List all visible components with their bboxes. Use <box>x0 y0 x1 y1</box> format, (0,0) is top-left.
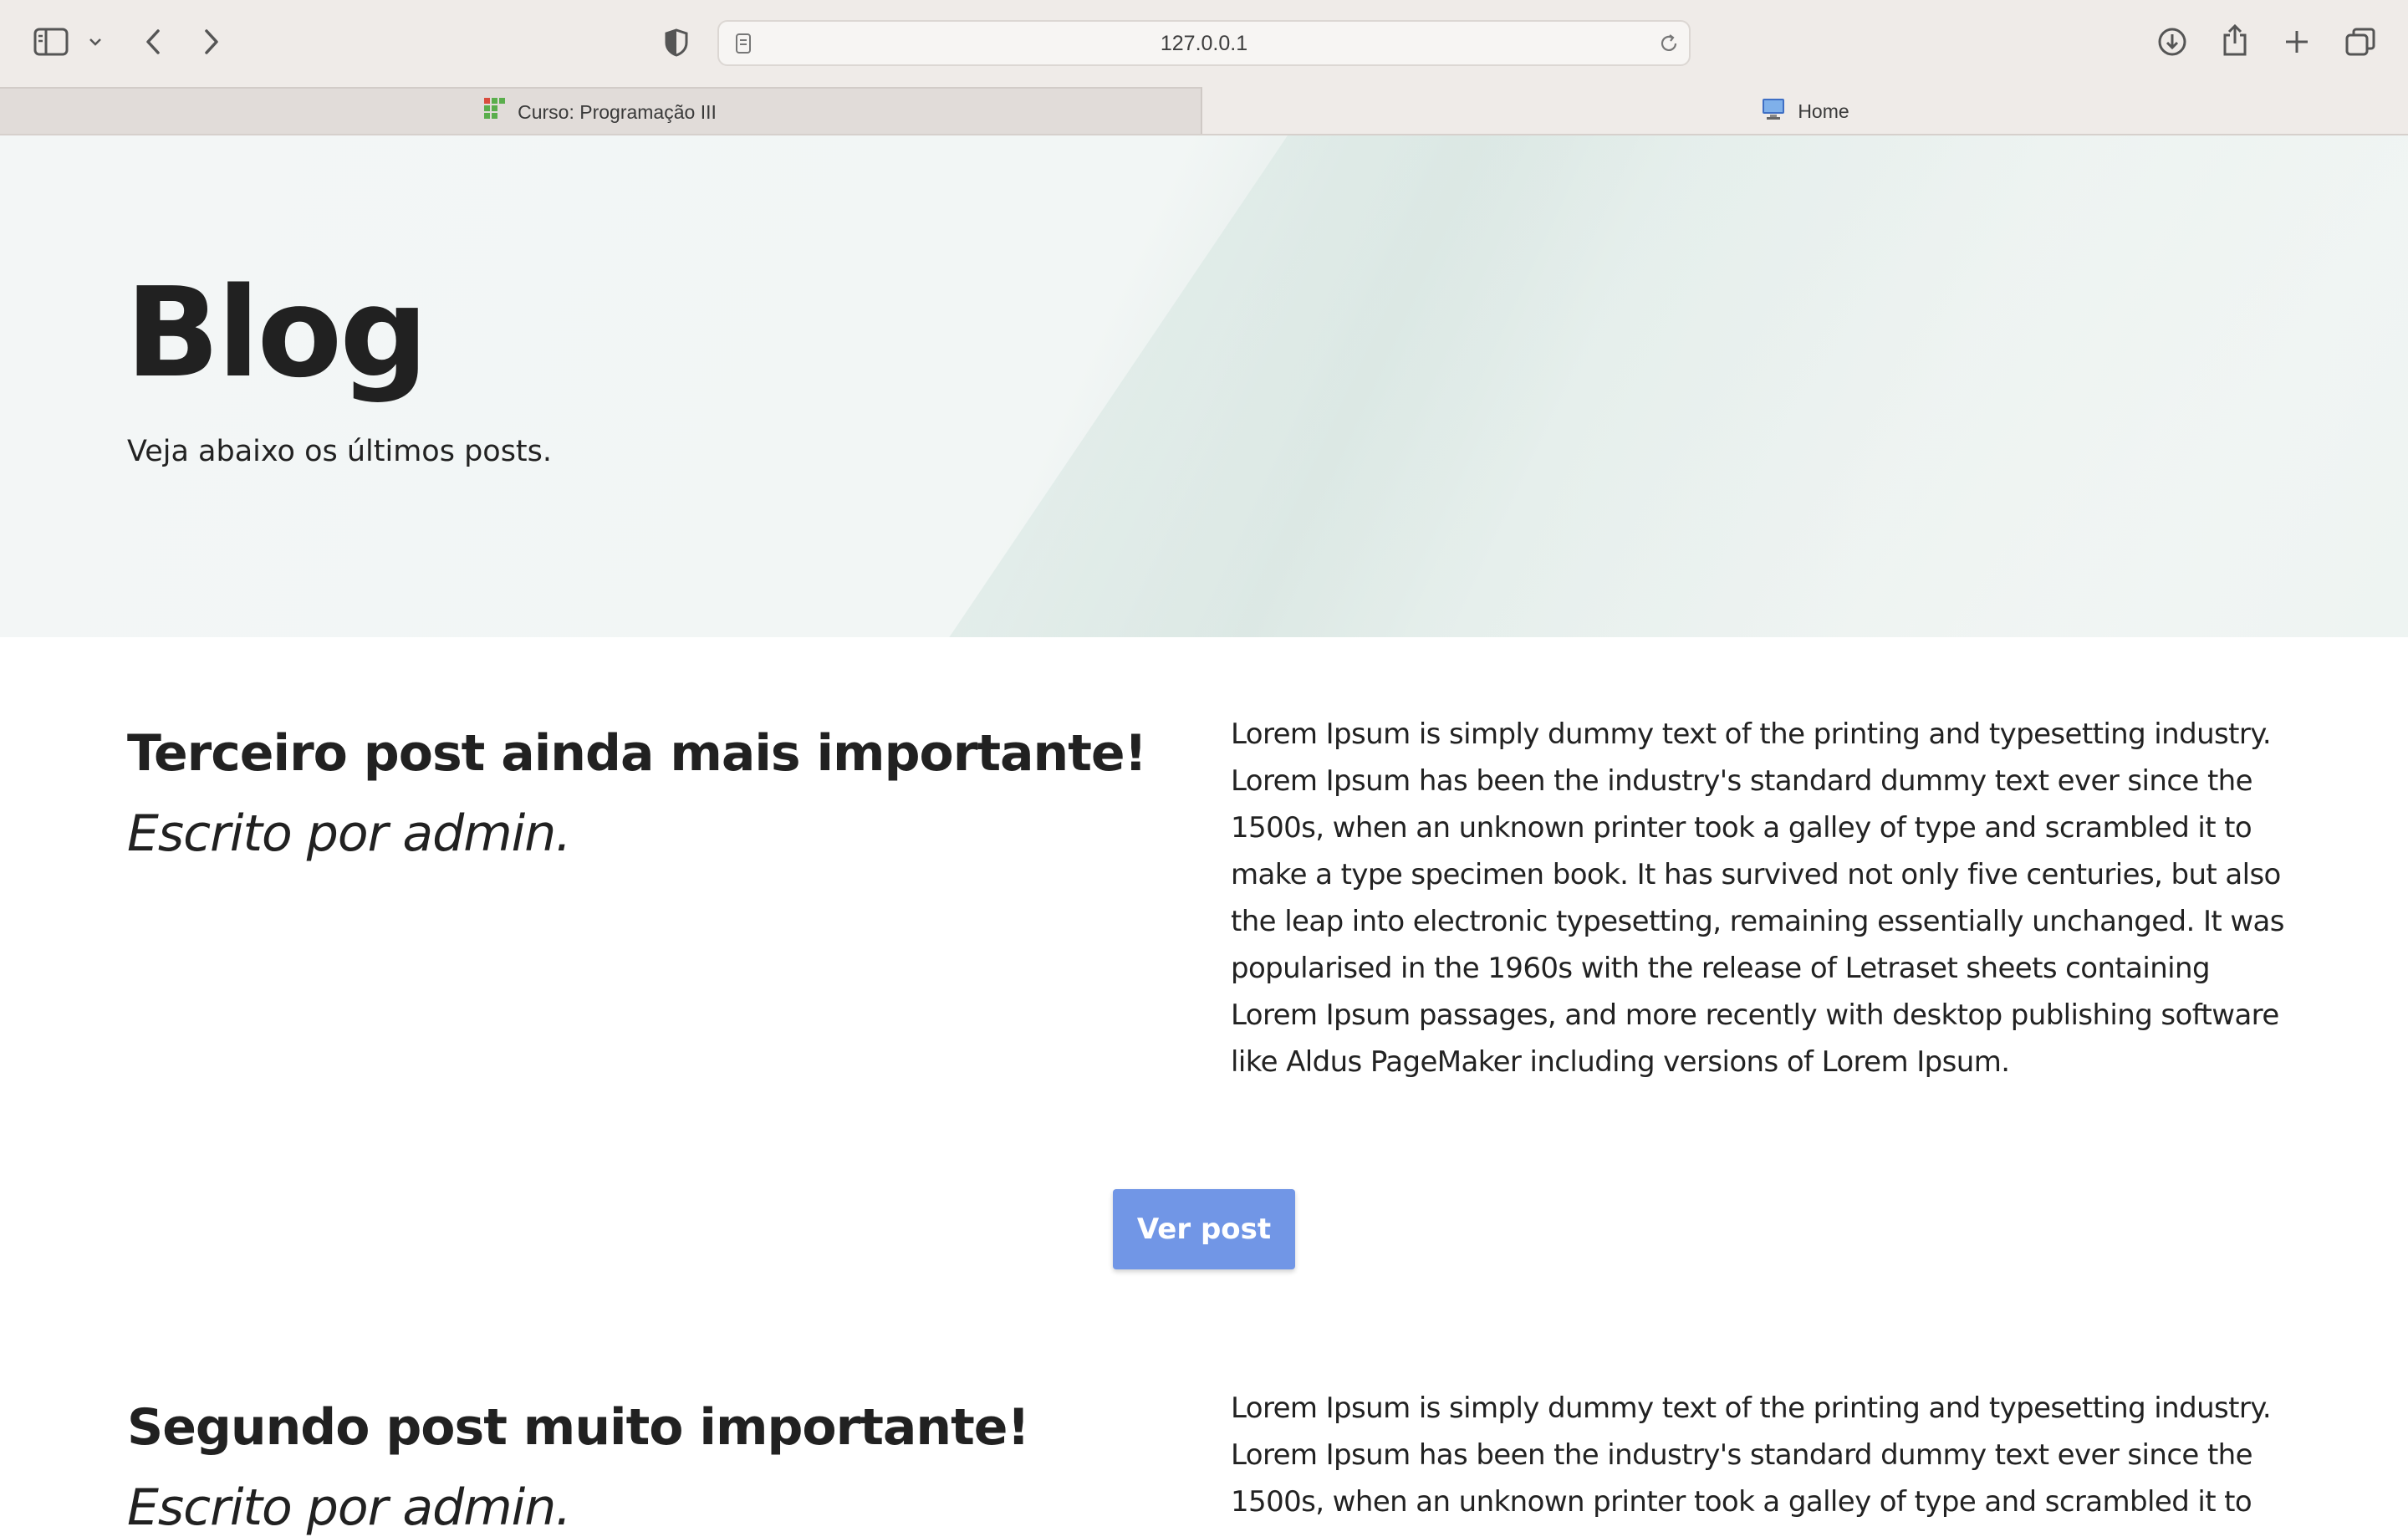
downloads-icon[interactable] <box>2155 25 2189 59</box>
tab-overview-icon[interactable] <box>2343 25 2378 59</box>
page-title: Blog <box>125 261 428 405</box>
reload-icon[interactable] <box>1657 32 1681 55</box>
address-bar[interactable]: 127.0.0.1 <box>717 20 1691 66</box>
post-author: Escrito por admin. <box>127 1478 571 1537</box>
new-tab-icon[interactable] <box>2281 25 2313 59</box>
share-icon[interactable] <box>2219 22 2251 59</box>
chevron-down-icon[interactable] <box>85 32 105 52</box>
post-author: Escrito por admin. <box>127 804 571 863</box>
browser-toolbar: 127.0.0.1 <box>0 0 2408 87</box>
monitor-favicon-icon <box>1761 97 1786 125</box>
sidebar-toggle-icon[interactable] <box>32 25 70 59</box>
view-post-button[interactable]: Ver post <box>1113 1189 1295 1269</box>
hero-decoration <box>949 135 2408 637</box>
post-title: Segundo post muito importante! <box>127 1398 1030 1457</box>
hero-banner: Blog Veja abaixo os últimos posts. <box>0 135 2408 637</box>
tab-home[interactable]: Home <box>1202 87 2408 135</box>
url-text: 127.0.0.1 <box>1160 32 1248 55</box>
back-icon[interactable] <box>139 25 167 59</box>
post-body: Lorem Ipsum is simply dummy text of the … <box>1231 1391 2272 1519</box>
page-subtitle: Veja abaixo os últimos posts. <box>127 435 553 468</box>
grid-favicon-icon <box>484 98 506 126</box>
tab-label: Home <box>1798 100 1849 122</box>
forward-icon[interactable] <box>197 25 226 59</box>
post-title: Terceiro post ainda mais importante! <box>127 724 1147 783</box>
tab-bar: Curso: Programação III Home <box>0 87 2408 135</box>
post-body: Lorem Ipsum is simply dummy text of the … <box>1231 717 2284 1079</box>
tab-curso[interactable]: Curso: Programação III <box>0 87 1202 135</box>
privacy-shield-icon[interactable] <box>661 27 692 59</box>
tab-label: Curso: Programação III <box>518 100 717 123</box>
